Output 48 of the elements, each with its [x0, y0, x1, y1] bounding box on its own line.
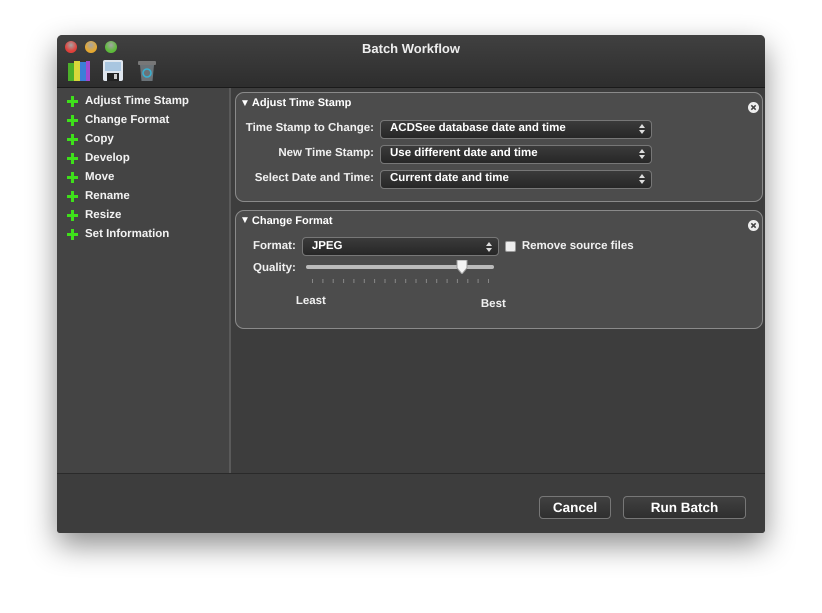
cancel-button[interactable]: Cancel: [539, 496, 611, 519]
sidebar-item[interactable]: Set Information: [85, 226, 170, 244]
plus-icon: [67, 153, 78, 164]
sidebar-item[interactable]: Change Format: [85, 112, 170, 130]
dropdown[interactable]: Current date and time: [380, 170, 652, 188]
zoom-button[interactable]: [105, 41, 117, 53]
close-icon[interactable]: [748, 220, 759, 231]
panel-title: Adjust Time Stamp: [252, 96, 352, 111]
slider-thumb[interactable]: [456, 260, 468, 274]
plus-icon: [67, 229, 78, 240]
checkbox-label: Remove source files: [522, 238, 634, 254]
field-label: Quality:: [252, 261, 296, 276]
plus-icon: [67, 172, 78, 183]
books-icon[interactable]: [67, 59, 91, 83]
stepper-icon: [639, 174, 645, 184]
plus-icon: [67, 115, 78, 126]
field-label: New Time Stamp:: [277, 146, 374, 162]
slider-max-label: Best: [480, 297, 506, 312]
plus-icon: [67, 96, 78, 107]
sidebar-item[interactable]: Adjust Time Stamp: [85, 92, 189, 110]
plus-icon: [67, 210, 78, 221]
plus-icon: [67, 191, 78, 202]
disclosure-triangle[interactable]: ▼: [240, 96, 250, 111]
dropdown[interactable]: JPEG: [302, 237, 499, 256]
sidebar-item[interactable]: Develop: [85, 150, 130, 168]
sidebar-item[interactable]: Resize: [85, 206, 122, 224]
trash-can-icon[interactable]: [135, 59, 159, 83]
sidebar-item[interactable]: Copy: [85, 130, 114, 148]
field-label: Format:: [252, 238, 296, 254]
stepper-icon: [639, 124, 645, 134]
dropdown[interactable]: ACDSee database date and time: [380, 120, 652, 138]
minimize-button[interactable]: [85, 41, 97, 53]
run-button[interactable]: Run Batch: [623, 496, 746, 519]
field-label: Select Date and Time:: [254, 171, 374, 186]
disclosure-triangle[interactable]: ▼: [240, 213, 250, 228]
window-title: Batch Workflow: [362, 40, 460, 58]
checkbox[interactable]: [504, 241, 516, 252]
panel-title: Change Format: [252, 214, 333, 228]
stepper-icon: [639, 149, 645, 159]
plus-icon: [67, 134, 78, 145]
close-button[interactable]: [65, 41, 77, 53]
slider-min-label: Least: [296, 294, 326, 310]
sidebar-item[interactable]: Rename: [85, 188, 130, 206]
close-icon[interactable]: [748, 102, 759, 114]
dropdown[interactable]: Use different date and time: [380, 144, 652, 164]
stepper-icon: [486, 242, 492, 252]
sidebar-item[interactable]: Move: [85, 168, 114, 186]
field-label: Time Stamp to Change:: [244, 121, 374, 136]
